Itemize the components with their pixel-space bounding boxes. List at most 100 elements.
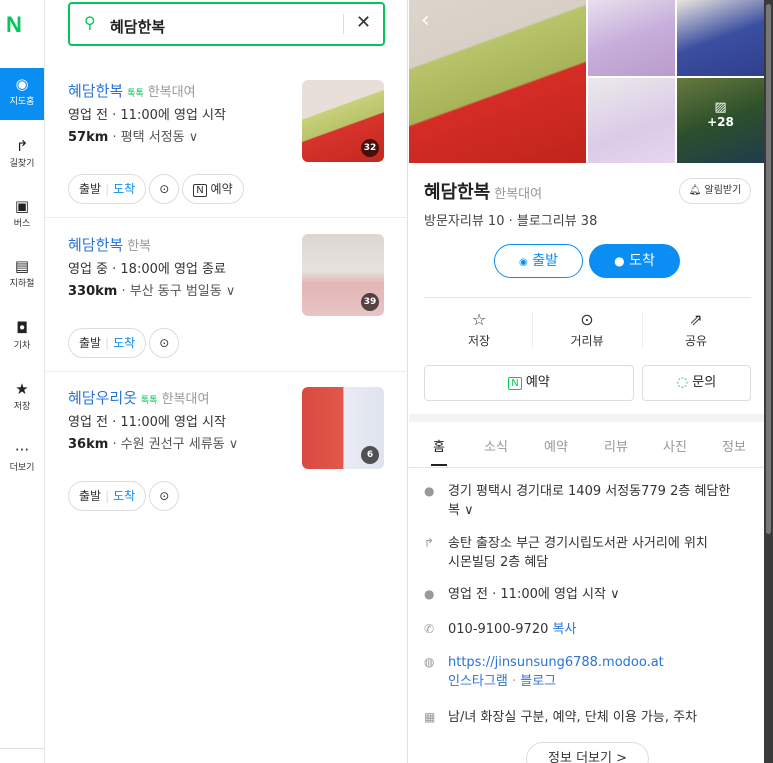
talktalk-badge[interactable]: 톡톡 (127, 89, 144, 99)
result-title[interactable]: 혜담한복 (68, 236, 123, 254)
gallery-photo[interactable] (588, 0, 675, 76)
directions-row: ↱ 송탄 출장소 부근 경기시립도서관 사거리에 위치 시몬빌딩 2층 혜담 (424, 534, 754, 574)
inquiry-label: 문의 (692, 375, 717, 390)
result-thumbnail[interactable]: 6 (302, 387, 384, 469)
copy-link[interactable]: 복사 (553, 622, 577, 637)
rail-item-bus[interactable]: ▣ 버스 (0, 190, 44, 242)
photo-gallery[interactable]: ▨ +28 ‹ (409, 0, 764, 163)
save-action[interactable]: ☆ 저장 (429, 310, 529, 349)
tab-reservation[interactable]: 예약 (544, 436, 568, 455)
arrive-button[interactable]: 도착 (113, 489, 135, 503)
rail-item-label: 지도홈 (9, 97, 35, 107)
search-icon[interactable]: ⚲ (84, 13, 96, 32)
list-item[interactable]: 혜담한복 톡톡 한복대여 영업 전 · 11:00에 영업 시작 57km · 평택… (45, 80, 408, 218)
website-link[interactable]: https://jinsunsung6788.modoo.at (448, 655, 664, 670)
result-thumbnail[interactable]: 32 (302, 80, 384, 162)
distance-view-action[interactable]: ⊙ 거리뷰 (537, 310, 637, 349)
result-actions: 출발 | 도착 ⊙ (68, 328, 182, 358)
reserve-label: 예약 (210, 182, 233, 196)
scrollbar-thumb[interactable] (766, 4, 771, 534)
close-icon[interactable]: ✕ (356, 12, 371, 33)
location-pin-icon[interactable]: ⊙ (149, 328, 180, 358)
arrive-button[interactable]: 도착 (113, 182, 135, 196)
more-info-button[interactable]: 정보 더보기 > (526, 742, 649, 763)
route-pill[interactable]: 출발 | 도착 (68, 481, 147, 511)
hours-row[interactable]: ● 영업 전 · 11:00에 영업 시작 ∨ (424, 585, 754, 605)
search-input[interactable]: 혜담한복 (110, 16, 165, 37)
directions-line-1: 송탄 출장소 부근 경기시립도서관 사거리에 위치 (448, 536, 708, 551)
inquiry-button[interactable]: ◌ 문의 (642, 365, 751, 401)
photo-count-badge: 32 (361, 139, 379, 157)
hours-text[interactable]: 영업 전 · 11:00에 영업 시작 ∨ (448, 585, 620, 604)
place-name: 혜담한복 (424, 182, 491, 203)
rail-item-saved[interactable]: ★ 저장 (0, 373, 44, 425)
rail-item-more[interactable]: ··· 더보기 (0, 434, 44, 486)
alarm-label: 알림받기 (704, 185, 742, 196)
rail-item-train[interactable]: ◘ 기차 (0, 312, 44, 364)
result-area: · 평택 서정동 ∨ (112, 130, 199, 145)
gallery-photo[interactable] (588, 78, 675, 163)
star-icon: ★ (15, 380, 29, 398)
route-pill[interactable]: 출발 | 도착 (68, 174, 147, 204)
alarm-button[interactable]: 🔔︎ 알림받기 (679, 178, 751, 204)
depart-button[interactable]: 출발 (79, 182, 101, 196)
result-title[interactable]: 혜담우리옷 (68, 389, 137, 407)
tab-news[interactable]: 소식 (484, 436, 508, 455)
instagram-link[interactable]: 인스타그램 (448, 674, 508, 689)
result-name[interactable]: 혜담한복 한복 (68, 234, 151, 255)
gallery-photo[interactable] (677, 0, 764, 76)
result-name[interactable]: 혜담한복 톡톡 한복대여 (68, 80, 196, 101)
reserve-button[interactable]: N 예약 (182, 174, 244, 204)
result-thumbnail[interactable]: 39 (302, 234, 384, 316)
list-item[interactable]: 혜담우리옷 톡톡 한복대여 영업 전 · 11:00에 영업 시작 36km · 수… (45, 387, 408, 527)
blog-link[interactable]: 블로그 (520, 674, 556, 689)
result-distance: 57km (68, 130, 109, 145)
tab-photos[interactable]: 사진 (663, 436, 687, 455)
phone-text: 010-9100-9720 복사 (448, 620, 576, 639)
talktalk-badge[interactable]: 톡톡 (141, 396, 158, 406)
list-item[interactable]: 혜담한복 한복 영업 중 · 18:00에 영업 종료 330km · 부산 동구… (45, 234, 408, 372)
result-name[interactable]: 혜담우리옷 톡톡 한복대여 (68, 387, 209, 408)
rail-item-subway[interactable]: ▤ 지하철 (0, 250, 44, 302)
tab-info[interactable]: 정보 (722, 436, 746, 455)
back-chevron-icon[interactable]: ‹ (421, 8, 430, 33)
save-label: 저장 (467, 334, 491, 348)
naver-logo[interactable]: N (6, 12, 22, 38)
result-location[interactable]: 330km · 부산 동구 범일동 ∨ (68, 280, 235, 299)
search-box[interactable]: ⚲ 혜담한복 ✕ (68, 2, 385, 46)
links-row: ◍ https://jinsunsung6788.modoo.at 인스타그램 ·… (424, 653, 754, 695)
address-line-2[interactable]: 복 ∨ (448, 503, 474, 518)
location-pin-icon: ● (424, 484, 435, 498)
share-action[interactable]: ⇗ 공유 (646, 310, 746, 349)
reserve-button[interactable]: N 예약 (424, 365, 634, 401)
depart-button[interactable]: ◉ 출발 (494, 244, 583, 278)
result-actions: 출발 | 도착 ⊙ (68, 481, 182, 511)
scrollbar[interactable] (764, 0, 773, 763)
calendar-n-icon: N (193, 184, 207, 197)
result-location[interactable]: 57km · 평택 서정동 ∨ (68, 126, 198, 145)
arrive-button[interactable]: 도착 (113, 336, 135, 350)
depart-button[interactable]: 출발 (79, 489, 101, 503)
arrive-label: 도착 (629, 253, 655, 269)
image-icon: ▨ (714, 100, 727, 115)
route-pill[interactable]: 출발 | 도착 (68, 328, 147, 358)
tab-reviews[interactable]: 리뷰 (604, 436, 628, 455)
more-photos-overlay[interactable]: ▨ +28 (677, 78, 764, 163)
place-detail-panel: ▨ +28 ‹ 혜담한복 한복대여 🔔︎ 알림받기 방문자리뷰 10 · 블로그리뷰… (409, 0, 764, 763)
rail-item-map-home[interactable]: ◉ 지도홈 (0, 68, 44, 120)
review-counts[interactable]: 방문자리뷰 10 · 블로그리뷰 38 (424, 210, 597, 229)
result-category: 한복대여 (161, 392, 210, 407)
address-row[interactable]: ● 경기 평택시 경기대로 1409 서정동779 2층 혜담한 복 ∨ (424, 482, 754, 522)
depart-button[interactable]: 출발 (79, 336, 101, 350)
rail-item-directions[interactable]: ↱ 길찾기 (0, 130, 44, 182)
tab-home[interactable]: 홈 (431, 436, 447, 466)
location-pin-icon[interactable]: ⊙ (149, 481, 180, 511)
gallery-photo-more[interactable]: ▨ +28 (677, 78, 764, 163)
location-pin-icon[interactable]: ⊙ (149, 174, 180, 204)
result-title[interactable]: 혜담한복 (68, 82, 123, 100)
main-photo[interactable] (409, 0, 586, 163)
result-location[interactable]: 36km · 수원 권선구 세류동 ∨ (68, 433, 238, 452)
arrive-button[interactable]: ● 도착 (589, 244, 680, 278)
rail-item-label: 기차 (13, 341, 31, 351)
map-pin-icon: ◉ (15, 75, 29, 93)
